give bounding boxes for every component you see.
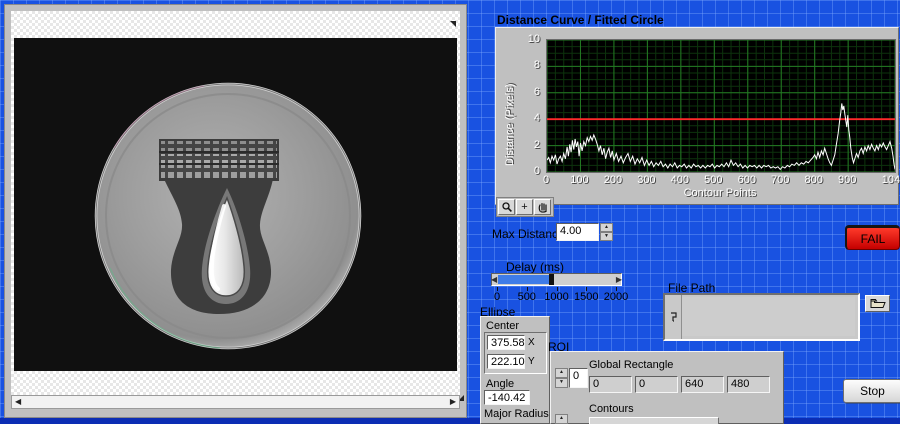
x-axis-label: Contour Points	[546, 187, 894, 199]
x-tick-label: 900	[838, 174, 856, 186]
hand-icon	[537, 201, 549, 213]
x-tick-label: 800	[805, 174, 823, 186]
x-tick-label: 0	[543, 174, 549, 186]
distance-chart: Distance (Pixels) 0246810 01002003004005…	[495, 27, 899, 205]
x-tick-label: 400	[671, 174, 689, 186]
folder-icon	[870, 298, 886, 309]
image-display: ◀ ▶	[4, 4, 467, 418]
y-axis-tag: Y	[528, 356, 535, 367]
x-tick-label: 700	[771, 174, 789, 186]
file-path-input[interactable]	[682, 297, 855, 336]
x-axis-tag: X	[528, 337, 535, 348]
delay-scale-label: 1000	[544, 291, 568, 303]
max-distance-input[interactable]: 4.00	[556, 223, 599, 241]
plot-svg	[547, 40, 895, 172]
ellipse-cluster: Center 375.58 X 222.10 Y Angle -140.42 M…	[480, 316, 550, 424]
stop-button[interactable]: Stop	[843, 379, 900, 403]
global-rectangle-fields: 0 0 640 480	[589, 376, 770, 393]
decrement-button[interactable]: ▼	[555, 378, 568, 388]
file-path-control	[663, 293, 860, 341]
rect-right-field[interactable]: 640	[681, 376, 724, 393]
rect-left-field[interactable]: 0	[589, 376, 632, 393]
y-tick-label: 6	[534, 86, 540, 98]
camera-image	[14, 38, 457, 371]
delay-scale-label: 0	[494, 291, 500, 303]
increment-button[interactable]: ▲	[555, 368, 568, 378]
x-tick-label: 200	[604, 174, 622, 186]
slider-fill	[498, 275, 550, 284]
y-tick-label: 10	[528, 33, 540, 45]
cursor-tool-button[interactable]: +	[516, 199, 533, 215]
roi-index-spinner: ▲ ▼	[555, 368, 568, 388]
display-size-handle-icon[interactable]	[450, 21, 456, 27]
center-x-value: 375.58	[487, 335, 525, 350]
y-tick-label: 4	[534, 112, 540, 124]
center-cluster: 375.58 X 222.10 Y	[484, 332, 547, 374]
center-label: Center	[486, 320, 519, 332]
x-tick-label: 300	[637, 174, 655, 186]
chart-title: Distance Curve / Fitted Circle	[497, 13, 664, 27]
contours-spinner: ▲ ▼	[555, 414, 568, 424]
delay-scale-label: 2000	[604, 291, 628, 303]
zoom-tool-button[interactable]	[498, 199, 515, 215]
fail-indicator: FAIL	[845, 225, 900, 250]
max-distance-spinner: ▲ ▼	[600, 223, 613, 241]
pan-tool-button[interactable]	[534, 199, 551, 215]
y-tick-label: 8	[534, 59, 540, 71]
increment-button[interactable]: ▲	[600, 223, 613, 232]
scroll-left-icon[interactable]: ◀	[12, 396, 24, 408]
x-tick-label: 600	[738, 174, 756, 186]
delay-slider[interactable]: ◀ ▶	[491, 273, 622, 286]
angle-label: Angle	[486, 378, 514, 390]
magnifier-icon	[501, 201, 513, 213]
delay-scale-label: 1500	[574, 291, 598, 303]
angle-value: -140.42	[484, 390, 530, 405]
rect-top-field[interactable]: 0	[635, 376, 678, 393]
horizontal-scrollbar[interactable]: ◀ ▶	[11, 395, 460, 409]
y-tick-label: 0	[534, 165, 540, 177]
x-tick-label: 500	[704, 174, 722, 186]
major-radius-label: Major Radius	[484, 408, 549, 420]
slider-left-arrow-icon[interactable]: ◀	[491, 275, 497, 284]
global-rectangle-label: Global Rectangle	[589, 359, 673, 371]
max-distance-label: Max Distance	[492, 227, 565, 241]
x-tick-label: 1040	[882, 174, 900, 186]
path-type-icon[interactable]	[667, 295, 682, 339]
delay-label: Delay (ms)	[506, 260, 564, 274]
contours-field[interactable]	[589, 417, 719, 424]
front-panel: ◀ ▶ Distance Curve / Fitted Circle Dista…	[0, 0, 900, 424]
center-y-value: 222.10	[487, 354, 525, 369]
increment-button[interactable]: ▲	[555, 414, 568, 424]
decrement-button[interactable]: ▼	[600, 232, 613, 241]
browse-button[interactable]	[865, 295, 890, 312]
contours-label: Contours	[589, 403, 634, 415]
graph-palette: +	[496, 197, 554, 217]
x-tick-row: 01002003004005006007008009001040	[546, 174, 894, 188]
image-viewport[interactable]	[11, 11, 460, 395]
delay-scale-label: 500	[518, 291, 536, 303]
x-tick-label: 100	[570, 174, 588, 186]
slider-right-arrow-icon[interactable]: ▶	[616, 275, 622, 284]
y-tick-col: 0 2 4 6 8 10	[510, 28, 542, 188]
scroll-right-icon[interactable]: ▶	[447, 396, 459, 408]
rect-bottom-field[interactable]: 480	[727, 376, 770, 393]
delay-scale: 0 500 1000 1500 2000	[497, 291, 616, 304]
y-tick-label: 2	[534, 139, 540, 151]
roi-cluster: ▲ ▼ 0 Global Rectangle 0 0 640 480 Conto…	[550, 351, 784, 424]
plot-area[interactable]	[546, 39, 896, 173]
crosshair-icon: +	[521, 201, 527, 213]
slider-thumb[interactable]	[549, 274, 554, 285]
roi-index-field[interactable]: 0	[569, 368, 588, 388]
